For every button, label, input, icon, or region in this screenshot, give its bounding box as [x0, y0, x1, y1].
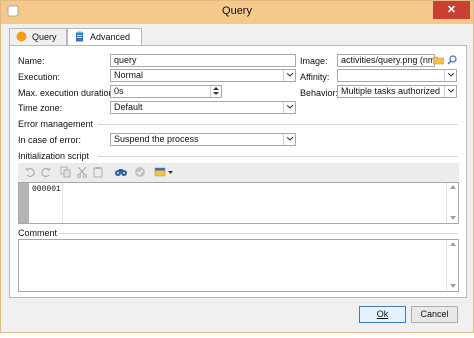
name-field[interactable]: query [110, 54, 296, 67]
execution-label: Execution: [18, 72, 61, 82]
check-syntax-icon[interactable] [134, 166, 146, 178]
error-action-dropdown[interactable]: Suspend the process [110, 133, 296, 146]
affinity-label: Affinity: [300, 72, 330, 82]
redo-icon[interactable] [40, 166, 52, 178]
affinity-dropdown[interactable] [337, 69, 457, 82]
comment-textarea[interactable] [18, 239, 459, 292]
insert-menu-icon[interactable] [154, 166, 174, 178]
max-exec-label: Max. execution duration: [18, 88, 117, 98]
scroll-down-icon[interactable] [450, 284, 456, 288]
find-binoculars-icon[interactable] [114, 166, 128, 178]
chevron-down-icon [444, 70, 456, 81]
spin-down-icon[interactable] [211, 91, 221, 96]
timezone-label: Time zone: [18, 103, 63, 113]
execution-value: Normal [114, 70, 144, 80]
divider [98, 156, 458, 157]
editor-gutter [19, 183, 29, 223]
gutter-separator [62, 183, 63, 223]
in-case-of-error-label: In case of error: [18, 135, 82, 145]
chevron-down-icon [283, 102, 295, 113]
timezone-value: Default [114, 102, 143, 112]
title-bar: Query ✕ [1, 1, 473, 24]
scroll-up-icon[interactable] [450, 185, 456, 189]
behavior-label: Behavior: [300, 88, 339, 98]
spinner[interactable] [210, 86, 221, 97]
paste-icon[interactable] [92, 166, 104, 178]
script-toolbar [18, 163, 459, 182]
comment-scrollbar[interactable] [446, 240, 458, 291]
max-exec-field[interactable]: 0s [110, 85, 222, 98]
query-circle-icon [16, 31, 27, 42]
copy-icon[interactable] [60, 166, 72, 178]
chevron-down-icon [283, 70, 295, 81]
timezone-dropdown[interactable]: Default [110, 101, 296, 114]
image-label: Image: [300, 56, 328, 66]
cancel-button[interactable]: Cancel [411, 306, 458, 323]
chevron-down-icon [283, 134, 295, 145]
error-action-value: Suspend the process [114, 134, 199, 144]
search-icon[interactable] [447, 55, 457, 65]
undo-icon[interactable] [24, 166, 36, 178]
tab-advanced-label: Advanced [90, 32, 131, 42]
scroll-up-icon[interactable] [450, 242, 456, 246]
error-management-heading: Error management [18, 119, 94, 129]
behavior-value: Multiple tasks authorized [341, 86, 441, 96]
script-editor[interactable]: 000001 [18, 182, 459, 224]
folder-icon[interactable] [433, 55, 444, 65]
editor-scrollbar[interactable] [446, 183, 458, 223]
advanced-panel: Name: query Image: activities/query.png … [9, 45, 467, 298]
initialization-script-heading: Initialization script [18, 151, 90, 161]
name-label: Name: [18, 56, 45, 66]
comment-heading: Comment [18, 228, 58, 238]
divider [58, 233, 458, 234]
ok-button[interactable]: Ok [359, 306, 406, 323]
line-number: 000001 [32, 185, 61, 194]
query-dialog: Query ✕ Query Advanced Name: query Image… [0, 0, 474, 333]
clipboard-icon [76, 31, 83, 42]
window-title: Query [222, 5, 252, 17]
max-exec-value: 0s [114, 86, 124, 96]
execution-dropdown[interactable]: Normal [110, 69, 296, 82]
behavior-dropdown[interactable]: Multiple tasks authorized [337, 85, 457, 98]
divider [98, 124, 458, 125]
cancel-button-label: Cancel [420, 309, 449, 319]
ok-button-label: Ok [376, 309, 389, 319]
tab-query[interactable]: Query [9, 28, 67, 46]
chevron-down-icon [444, 86, 456, 97]
close-button[interactable]: ✕ [433, 1, 470, 19]
tab-query-label: Query [32, 32, 57, 42]
cut-icon[interactable] [76, 166, 88, 178]
image-field[interactable]: activities/query.png (nms [337, 54, 435, 67]
scroll-down-icon[interactable] [450, 216, 456, 220]
